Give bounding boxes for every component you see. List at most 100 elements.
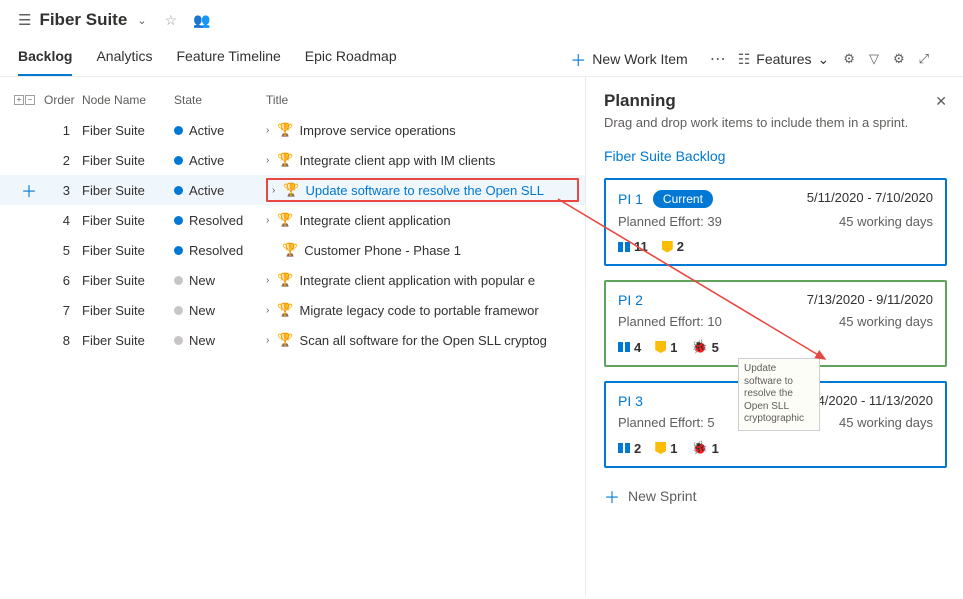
sprint-name[interactable]: PI 3 <box>618 393 643 409</box>
new-work-item-button[interactable]: ＋ New Work Item <box>560 47 697 71</box>
expand-icon[interactable]: ⤢ <box>919 51 929 67</box>
sprint-counts: 11 2 <box>618 239 933 254</box>
chevron-right-icon[interactable]: › <box>272 185 277 196</box>
work-item-title[interactable]: Improve service operations <box>300 123 456 138</box>
work-item-title[interactable]: Migrate legacy code to portable framewor <box>300 303 539 318</box>
chevron-right-icon[interactable]: › <box>266 335 271 346</box>
state-dot-icon <box>174 186 183 195</box>
cell-order: 8 <box>44 333 82 348</box>
close-icon[interactable]: ✕ <box>935 93 947 110</box>
table-row[interactable]: 7Fiber SuiteNew›🏆Migrate legacy code to … <box>0 295 585 325</box>
list-icon: ☷ <box>738 51 751 68</box>
cell-order: 6 <box>44 273 82 288</box>
chevron-right-icon[interactable]: › <box>266 125 271 136</box>
favorite-star-icon[interactable]: ☆ <box>165 12 178 29</box>
sprint-card[interactable]: PI 27/13/2020 - 9/11/2020Planned Effort:… <box>604 280 947 367</box>
badge-icon <box>655 442 666 454</box>
add-row-icon[interactable]: ＋ <box>14 178 44 202</box>
page-header: ☰ Fiber Suite ⌄ ☆ 👥 <box>0 0 963 36</box>
table-row[interactable]: ＋3Fiber SuiteActive›🏆Update software to … <box>0 175 585 205</box>
table-row[interactable]: 5Fiber SuiteResolved🏆Customer Phone - Ph… <box>0 235 585 265</box>
bug-icon: 🐞 <box>691 440 707 456</box>
filter-icon[interactable]: ▽ <box>869 51 879 67</box>
expand-all-icon[interactable]: + <box>14 95 24 105</box>
planning-panel: Planning ✕ Drag and drop work items to i… <box>585 77 963 596</box>
col-order-header[interactable]: Order <box>44 93 82 107</box>
sprint-name[interactable]: PI 2 <box>618 292 643 308</box>
sprint-count: 1 <box>655 340 677 355</box>
new-sprint-label: New Sprint <box>628 488 696 504</box>
new-work-item-label: New Work Item <box>592 51 687 67</box>
cell-node: Fiber Suite <box>82 183 174 198</box>
table-row[interactable]: 2Fiber SuiteActive›🏆Integrate client app… <box>0 145 585 175</box>
cell-title: › 🏆 Improve service operations <box>266 122 585 138</box>
sprint-days: 45 working days <box>839 415 933 430</box>
more-actions-button[interactable]: ⋯ <box>698 49 738 69</box>
view-selector-label: Features <box>756 51 811 67</box>
cell-order: 4 <box>44 213 82 228</box>
cell-state: Active <box>174 153 266 168</box>
work-item-title[interactable]: Integrate client application <box>300 213 451 228</box>
sprint-effort: Planned Effort: 5 <box>618 415 715 430</box>
view-selector[interactable]: ☷ Features ⌄ <box>738 51 830 68</box>
sprint-count: 2 <box>662 239 684 254</box>
state-dot-icon <box>174 336 183 345</box>
sprint-card[interactable]: PI 1Current5/11/2020 - 7/10/2020Planned … <box>604 178 947 266</box>
collapse-all-icon[interactable]: − <box>25 95 35 105</box>
state-dot-icon <box>174 306 183 315</box>
cell-title: ›🏆Scan all software for the Open SLL cry… <box>266 332 585 348</box>
sprint-effort: Planned Effort: 10 <box>618 314 722 329</box>
tab-feature-timeline[interactable]: Feature Timeline <box>177 42 281 76</box>
work-item-title[interactable]: Update software to resolve the Open SLL <box>306 183 544 198</box>
tab-analytics[interactable]: Analytics <box>96 42 152 76</box>
share-icon[interactable]: 👥 <box>193 12 210 29</box>
col-title-header[interactable]: Title <box>266 93 585 107</box>
cell-state: New <box>174 303 266 318</box>
chevron-down-icon[interactable]: ⌄ <box>137 14 146 27</box>
new-sprint-button[interactable]: ＋ New Sprint <box>604 484 947 508</box>
work-item-title[interactable]: Customer Phone - Phase 1 <box>304 243 461 258</box>
chevron-right-icon[interactable]: › <box>266 215 271 226</box>
sprint-counts: 21🐞1 <box>618 440 933 456</box>
sprint-name[interactable]: PI 1 <box>618 191 643 207</box>
sprint-count: 1 <box>655 441 677 456</box>
sprint-days: 45 working days <box>839 314 933 329</box>
cell-state: Resolved <box>174 243 266 258</box>
settings-sliders-icon[interactable]: ⚙ <box>843 51 855 67</box>
col-state-header[interactable]: State <box>174 93 266 107</box>
cell-node: Fiber Suite <box>82 243 174 258</box>
sprint-dates: 5/11/2020 - 7/10/2020 <box>807 190 933 205</box>
cell-state: New <box>174 333 266 348</box>
feature-icon: 🏆 <box>283 182 299 198</box>
panel-title: Planning <box>604 91 676 111</box>
cell-state: Resolved <box>174 213 266 228</box>
page-title: Fiber Suite <box>39 10 127 30</box>
sprint-count: 11 <box>618 239 648 254</box>
col-node-header[interactable]: Node Name <box>82 93 174 107</box>
work-item-title[interactable]: Integrate client app with IM clients <box>300 153 496 168</box>
cell-node: Fiber Suite <box>82 123 174 138</box>
sprint-effort: Planned Effort: 39 <box>618 214 722 229</box>
backlog-grid: + − Order Node Name State Title 1Fiber S… <box>0 77 585 596</box>
gear-icon[interactable]: ⚙ <box>893 51 905 67</box>
sprint-count: 🐞5 <box>691 339 718 355</box>
sprint-count: 2 <box>618 441 641 456</box>
feature-icon: 🏆 <box>277 122 293 138</box>
work-item-title[interactable]: Scan all software for the Open SLL crypt… <box>300 333 547 348</box>
work-item-title[interactable]: Integrate client application with popula… <box>300 273 536 288</box>
tab-backlog[interactable]: Backlog <box>18 42 72 76</box>
table-row[interactable]: 6Fiber SuiteNew›🏆Integrate client applic… <box>0 265 585 295</box>
cell-node: Fiber Suite <box>82 333 174 348</box>
table-row[interactable]: 1Fiber SuiteActive›🏆Improve service oper… <box>0 115 585 145</box>
cell-state: Active <box>174 183 266 198</box>
table-row[interactable]: 8Fiber SuiteNew›🏆Scan all software for t… <box>0 325 585 355</box>
chevron-right-icon[interactable]: › <box>266 275 271 286</box>
cell-order: 5 <box>44 243 82 258</box>
tab-epic-roadmap[interactable]: Epic Roadmap <box>305 42 397 76</box>
backlog-link[interactable]: Fiber Suite Backlog <box>604 148 947 164</box>
table-row[interactable]: 4Fiber SuiteResolved›🏆Integrate client a… <box>0 205 585 235</box>
state-dot-icon <box>174 276 183 285</box>
cell-title: › 🏆 Update software to resolve the Open SL… <box>266 178 579 202</box>
chevron-right-icon[interactable]: › <box>266 305 271 316</box>
chevron-right-icon[interactable]: › <box>266 155 271 166</box>
